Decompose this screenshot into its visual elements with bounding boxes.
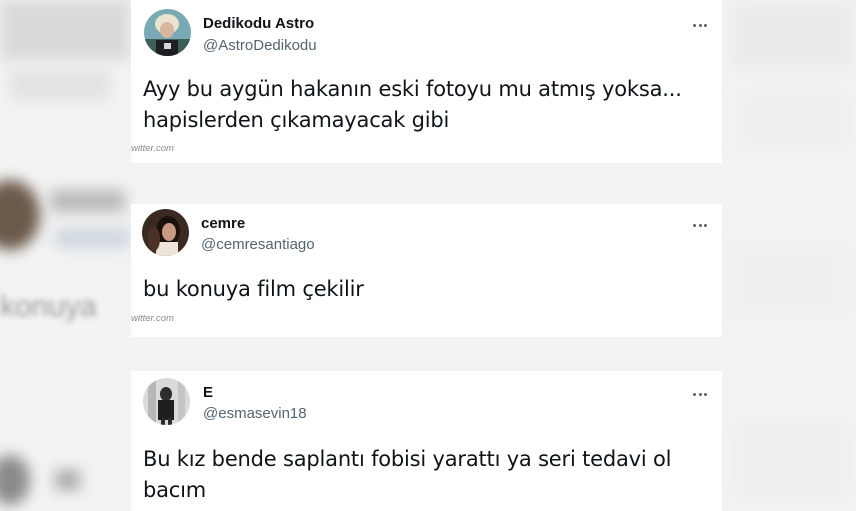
bg-blur-avatar bbox=[0, 455, 30, 505]
author-handle[interactable]: @cemresantiago bbox=[201, 236, 315, 253]
more-dots-icon[interactable] bbox=[692, 386, 712, 397]
tweet-text-line: Ayy bu aygün hakanın eski fotoyu mu atmı… bbox=[143, 77, 682, 101]
author-handle[interactable]: @AstroDedikodu bbox=[203, 37, 317, 54]
author-name[interactable]: Dedikodu Astro bbox=[203, 15, 314, 32]
tweet-text: Ayy bu aygün hakanın eski fotoyu mu atmı… bbox=[143, 74, 713, 136]
source-label: witter.com bbox=[131, 313, 174, 324]
bg-blur-block bbox=[735, 420, 850, 500]
bg-blur-block bbox=[55, 228, 130, 248]
tweet-card: Dedikodu Astro @AstroDedikodu Ayy bu ayg… bbox=[131, 0, 722, 163]
avatar[interactable] bbox=[144, 9, 191, 56]
tweet-text-line: bu konuya film çekilir bbox=[143, 277, 364, 301]
profile-photo-icon bbox=[144, 9, 191, 56]
author-handle[interactable]: @esmasevin18 bbox=[203, 405, 307, 422]
more-dots-icon[interactable] bbox=[692, 17, 712, 28]
more-dots-icon[interactable] bbox=[692, 217, 712, 228]
tweet-card: E @esmasevin18 Bu kız bende saplantı fob… bbox=[131, 371, 722, 511]
bg-blur-avatar bbox=[0, 180, 40, 250]
tweet-text: bu konuya film çekilir bbox=[143, 274, 713, 305]
bg-blur-block bbox=[740, 90, 850, 150]
tweet-text-line: Bu kız bende saplantı fobisi yarattı ya … bbox=[143, 447, 672, 471]
avatar[interactable] bbox=[143, 378, 190, 425]
tweet-text-line: hapislerden çıkamayacak gibi bbox=[143, 108, 450, 132]
bg-blur-block bbox=[10, 70, 110, 100]
avatar[interactable] bbox=[142, 209, 189, 256]
tweet-text: Bu kız bende saplantı fobisi yarattı ya … bbox=[143, 444, 713, 506]
bg-blur-block bbox=[55, 470, 80, 490]
tweet-card: cemre @cemresantiago bu konuya film çeki… bbox=[131, 204, 722, 337]
bg-blur-block bbox=[730, 0, 856, 70]
author-name[interactable]: cemre bbox=[201, 215, 245, 232]
bg-blur-block bbox=[50, 190, 125, 212]
source-label: witter.com bbox=[131, 143, 174, 154]
bg-blur-block bbox=[0, 0, 130, 60]
tweet-text-line: bacım bbox=[143, 478, 207, 502]
bg-blur-text: konuya bbox=[0, 290, 97, 323]
profile-photo-icon bbox=[142, 209, 189, 256]
bg-blur-block bbox=[730, 240, 850, 320]
author-name[interactable]: E bbox=[203, 384, 213, 401]
profile-photo-icon bbox=[143, 378, 190, 425]
